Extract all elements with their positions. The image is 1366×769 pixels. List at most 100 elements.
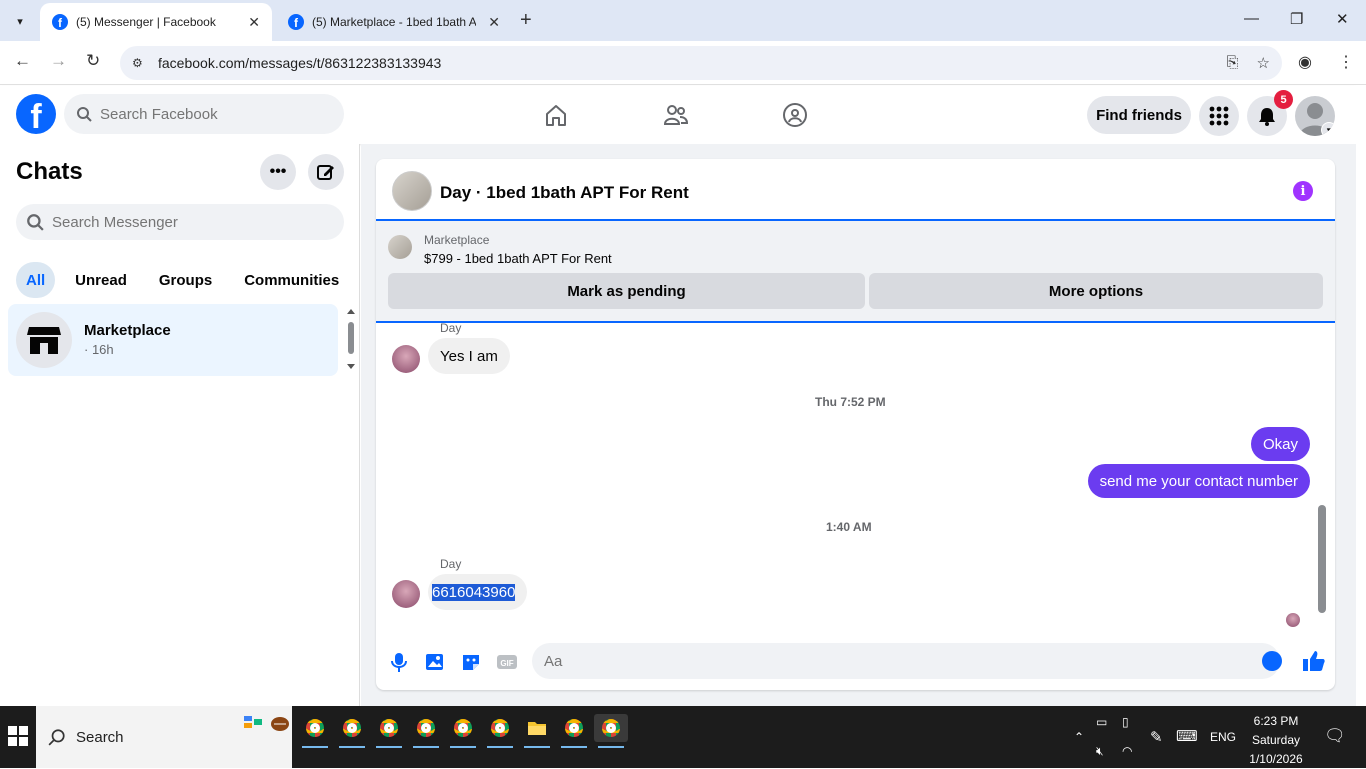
new-tab-icon[interactable]: +	[520, 9, 532, 32]
pen-icon[interactable]: ✎	[1150, 728, 1163, 746]
windows-start-icon[interactable]	[8, 726, 28, 746]
message-input[interactable]	[532, 643, 1280, 679]
scrollbar-thumb[interactable]	[1318, 505, 1326, 613]
wifi-icon[interactable]: ◠	[1122, 744, 1132, 758]
minimize-icon[interactable]: —	[1244, 10, 1259, 27]
back-icon[interactable]: ←	[14, 51, 31, 71]
taskbar-chrome-app[interactable]	[298, 714, 332, 748]
address-bar[interactable]: ⚙ facebook.com/messages/t/86312238313394…	[120, 46, 1282, 80]
taskbar-chrome-app[interactable]	[372, 714, 406, 748]
chrome-icon	[343, 719, 361, 737]
message-bubble-outgoing[interactable]: send me your contact number	[1087, 464, 1310, 498]
messenger-search[interactable]	[16, 204, 344, 240]
chrome-icon	[417, 719, 435, 737]
conversation-scrollbar[interactable]	[1315, 325, 1327, 625]
url-text[interactable]: facebook.com/messages/t/863122383133943	[158, 55, 441, 71]
friends-icon[interactable]	[663, 102, 689, 128]
close-tab-icon[interactable]: ✕	[248, 14, 260, 31]
reload-icon[interactable]: ↻	[86, 51, 100, 71]
filter-groups[interactable]: Groups	[147, 262, 224, 298]
device-icon[interactable]: ▯	[1122, 715, 1129, 729]
mark-as-pending-button[interactable]: Mark as pending	[388, 273, 865, 309]
conversation-title[interactable]: Day · 1bed 1bath APT For Rent	[440, 183, 689, 203]
tab-messenger[interactable]: f (5) Messenger | Facebook ✕	[40, 3, 272, 41]
chrome-icon	[454, 719, 472, 737]
search-icon	[27, 214, 44, 231]
clock-date: 1/10/2026	[1249, 752, 1303, 766]
show-hidden-icons-chevron-icon[interactable]: ⌃	[1074, 730, 1084, 744]
forward-icon[interactable]: →	[50, 51, 67, 71]
filter-unread[interactable]: Unread	[63, 262, 139, 298]
tab-search-chevron-icon[interactable]: ▾	[8, 9, 32, 33]
battery-icon[interactable]: ▭	[1096, 715, 1107, 729]
browser-toolbar: ← → ↻ ⚙ facebook.com/messages/t/86312238…	[0, 41, 1366, 85]
close-window-icon[interactable]: ✕	[1336, 10, 1349, 28]
message-bubble-incoming[interactable]: Yes I am	[428, 338, 510, 374]
thumbs-up-icon[interactable]	[1302, 649, 1326, 673]
account-avatar[interactable]: ▾	[1295, 96, 1335, 136]
menu-kebab-icon[interactable]: ⋮	[1338, 52, 1354, 72]
filter-all[interactable]: All	[16, 262, 56, 298]
messenger-search-input[interactable]	[52, 213, 251, 231]
volume-muted-icon[interactable]: 🔇︎	[1096, 744, 1104, 759]
taskbar-clock[interactable]: 6:23 PM Saturday 1/10/2026	[1240, 712, 1312, 769]
chat-item-marketplace[interactable]: Marketplace · 16h	[8, 304, 338, 376]
page-scrollbar[interactable]	[1356, 86, 1366, 706]
keyboard-icon[interactable]: ⌨	[1176, 727, 1198, 745]
taskbar-chrome-app-active[interactable]	[594, 714, 628, 748]
taskbar-chrome-app[interactable]	[483, 714, 517, 748]
taskbar-chrome-app[interactable]	[409, 714, 443, 748]
sender-avatar[interactable]	[392, 580, 420, 608]
facebook-logo-icon[interactable]: f	[16, 94, 56, 134]
filter-communities[interactable]: Communities	[232, 262, 351, 298]
taskbar-file-explorer-app[interactable]	[520, 714, 554, 748]
facebook-search-input[interactable]	[100, 105, 300, 123]
taskbar-chrome-app[interactable]	[335, 714, 369, 748]
running-indicator	[561, 746, 587, 748]
install-app-icon[interactable]: ⎘	[1227, 54, 1239, 72]
photo-icon[interactable]	[424, 651, 446, 673]
clock-time: 6:23 PM	[1253, 714, 1299, 728]
gif-icon[interactable]: GIF	[496, 651, 518, 673]
notification-center-icon[interactable]: 🗨︎	[1324, 726, 1346, 746]
chat-options-button[interactable]: •••	[260, 154, 296, 190]
bookmark-star-icon[interactable]: ☆	[1257, 54, 1270, 72]
taskbar-chrome-app[interactable]	[446, 714, 480, 748]
home-icon[interactable]	[543, 102, 569, 128]
bell-icon	[1259, 108, 1275, 126]
language-indicator[interactable]: ENG	[1210, 730, 1236, 744]
notifications-button[interactable]: 5	[1247, 90, 1293, 136]
sender-avatar[interactable]	[392, 345, 420, 373]
sticker-icon[interactable]	[460, 651, 482, 673]
groups-icon[interactable]	[782, 102, 808, 128]
sender-name: Day	[440, 557, 462, 571]
message-bubble-outgoing[interactable]: Okay	[1250, 427, 1310, 461]
site-settings-icon[interactable]: ⚙	[132, 56, 148, 70]
chrome-icon	[491, 719, 509, 737]
taskbar-chrome-app[interactable]	[557, 714, 591, 748]
more-options-button[interactable]: More options	[869, 273, 1323, 309]
listing-thumbnail[interactable]	[392, 171, 432, 211]
browser-tabstrip: ▾ f (5) Messenger | Facebook ✕ f (5) Mar…	[0, 0, 1366, 41]
taskbar-search[interactable]: Search	[36, 706, 292, 768]
listing-title[interactable]: $799 - 1bed 1bath APT For Rent	[424, 251, 612, 266]
message-bubble-incoming[interactable]: 6616043960	[428, 574, 528, 610]
selected-phone-number[interactable]: 6616043960	[432, 583, 516, 601]
microphone-icon[interactable]	[388, 651, 410, 673]
menu-grid-button[interactable]	[1199, 96, 1239, 136]
facebook-search[interactable]	[64, 94, 344, 134]
close-tab-icon[interactable]: ✕	[488, 14, 500, 31]
find-friends-button[interactable]: Find friends	[1087, 96, 1191, 134]
info-icon[interactable]: i	[1293, 181, 1313, 201]
profile-icon[interactable]: ◉	[1298, 52, 1312, 72]
restore-icon[interactable]: ❐	[1290, 10, 1303, 28]
store-icon	[27, 327, 61, 354]
chat-list-scrollbar[interactable]	[346, 304, 356, 376]
emoji-icon[interactable]	[1262, 651, 1282, 671]
notification-count-badge: 5	[1274, 90, 1293, 109]
message-timestamp: Thu 7:52 PM	[815, 395, 886, 409]
facebook-favicon-icon: f	[52, 14, 68, 30]
running-indicator	[376, 746, 402, 748]
new-message-button[interactable]	[308, 154, 344, 190]
tab-marketplace[interactable]: f (5) Marketplace - 1bed 1bath A ✕	[276, 3, 512, 41]
